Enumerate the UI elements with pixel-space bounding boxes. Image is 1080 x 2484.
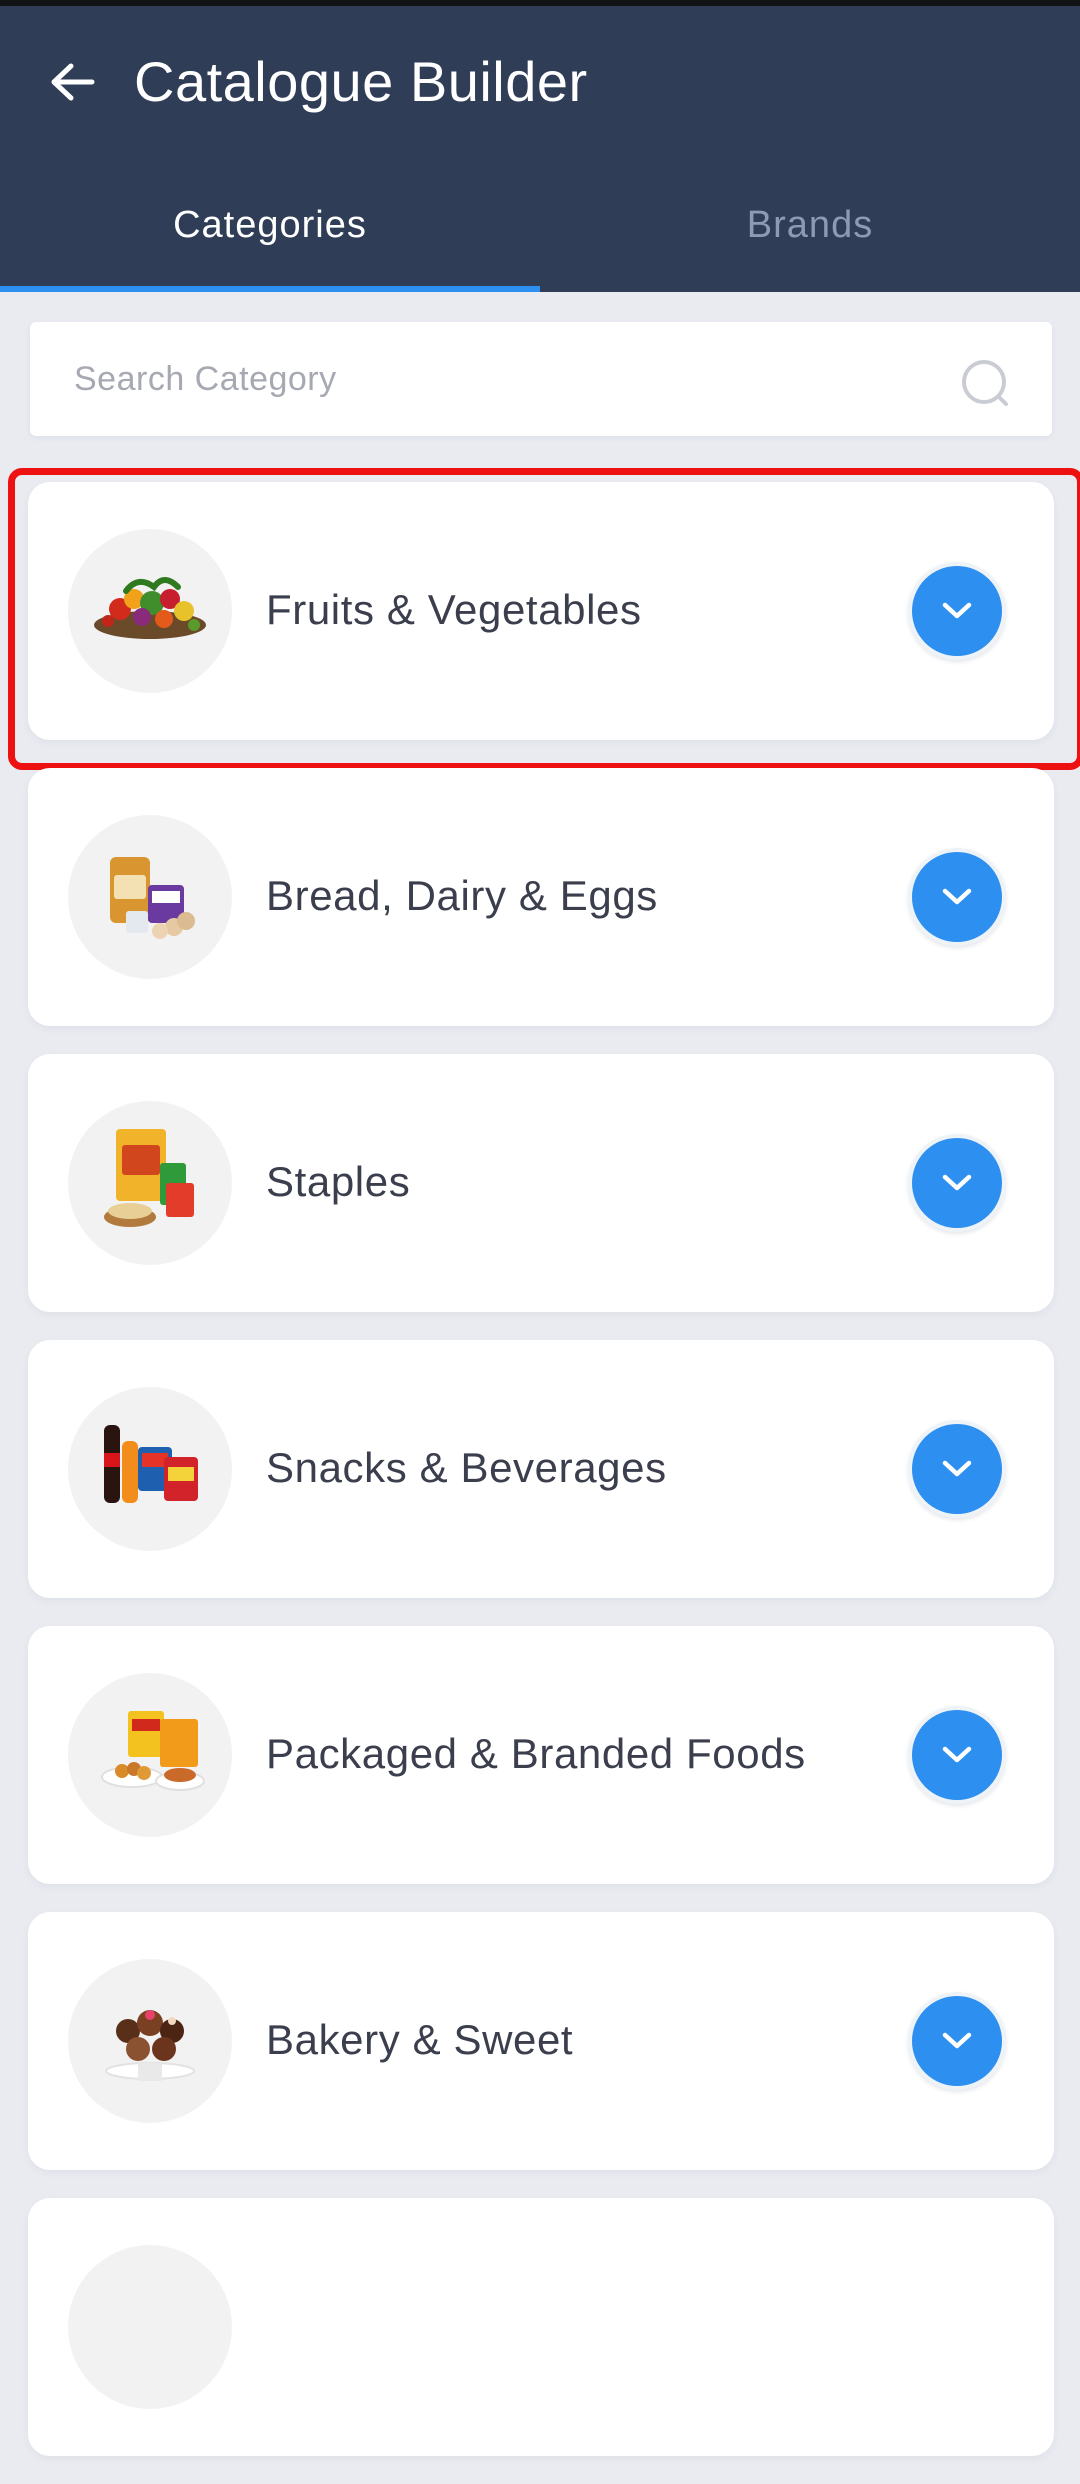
category-label: Snacks & Beverages (266, 1444, 667, 1491)
search-icon[interactable] (960, 358, 1016, 414)
search-input[interactable] (74, 322, 954, 436)
tab-bar: Categories Brands (0, 186, 1080, 292)
chevron-down-icon (942, 1174, 972, 1191)
active-tab-indicator (0, 286, 540, 292)
category-image (68, 2245, 232, 2409)
category-list: Fruits & Vegetables Bread, Dairy & Eggs (8, 468, 1080, 2484)
chevron-down-icon (942, 2032, 972, 2049)
category-label: Bread, Dairy & Eggs (266, 872, 658, 919)
chevron-down-icon (942, 1746, 972, 1763)
snacks-beverages-image (68, 1387, 232, 1551)
category-card-fruits-vegetables[interactable]: Fruits & Vegetables (8, 468, 1080, 770)
staples-image (68, 1101, 232, 1265)
packaged-foods-image (68, 1673, 232, 1837)
app-header: Catalogue Builder Categories Brands (0, 6, 1080, 292)
back-button[interactable] (40, 50, 104, 114)
tab-brands[interactable]: Brands (540, 186, 1080, 292)
expand-button[interactable] (908, 1992, 1006, 2090)
expand-button[interactable] (908, 1706, 1006, 1804)
search-bar (30, 322, 1052, 436)
bakery-sweet-image (68, 1959, 232, 2123)
category-label: Bakery & Sweet (266, 2016, 574, 2063)
chevron-down-icon (942, 1460, 972, 1477)
arrow-left-icon (51, 63, 95, 101)
category-card-staples[interactable]: Staples (28, 1054, 1054, 1312)
category-label: Packaged & Branded Foods (266, 1730, 806, 1777)
fruits-vegetables-image (68, 529, 232, 693)
chevron-down-icon (942, 888, 972, 905)
category-card-partial[interactable] (28, 2198, 1054, 2456)
chevron-down-icon (942, 602, 972, 619)
category-card-snacks-beverages[interactable]: Snacks & Beverages (28, 1340, 1054, 1598)
category-label: Fruits & Vegetables (266, 586, 642, 633)
category-label: Staples (266, 1158, 411, 1205)
category-card-packaged-branded-foods[interactable]: Packaged & Branded Foods (28, 1626, 1054, 1884)
tab-categories[interactable]: Categories (0, 186, 540, 292)
expand-button[interactable] (908, 562, 1006, 660)
expand-button[interactable] (908, 848, 1006, 946)
expand-button[interactable] (908, 1420, 1006, 1518)
bread-dairy-eggs-image (68, 815, 232, 979)
page-title: Catalogue Builder (134, 50, 588, 113)
expand-button[interactable] (908, 1134, 1006, 1232)
category-card-bread-dairy-eggs[interactable]: Bread, Dairy & Eggs (28, 768, 1054, 1026)
category-card-bakery-sweet[interactable]: Bakery & Sweet (28, 1912, 1054, 2170)
